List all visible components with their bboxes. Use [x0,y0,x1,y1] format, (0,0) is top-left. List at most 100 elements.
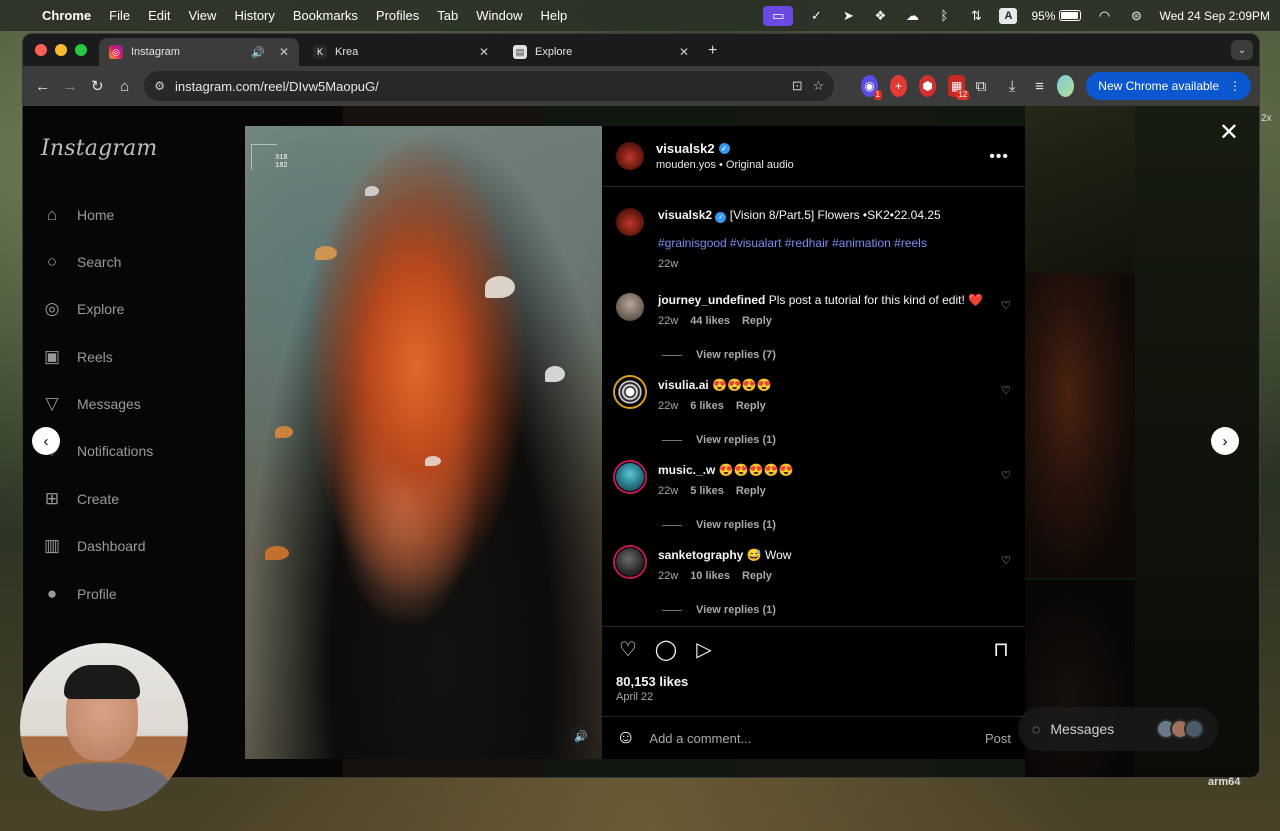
view-replies-button[interactable]: View replies (1) [662,434,776,446]
volume-icon[interactable]: 🔊 [570,725,592,747]
comment-bubble-icon[interactable]: ◯ [654,637,678,661]
nav-messages[interactable]: ▽ Messages [41,393,140,415]
close-tab-icon[interactable]: ✕ [279,45,289,59]
forward-arrow-icon[interactable]: → [58,71,81,101]
extension-shield-icon[interactable]: ⬢ [919,75,937,97]
extension-plus-icon[interactable]: + [889,75,908,97]
caption-username[interactable]: visualsk2 [658,208,712,222]
caption-hashtags[interactable]: #grainisgood #visualart #redhair #animat… [658,236,988,251]
nav-search[interactable]: ○ Search [41,251,122,273]
emoji-smiley-icon[interactable]: ☺ [616,727,635,749]
bluetooth-icon[interactable]: ᛒ [935,8,953,24]
like-comment-heart-icon[interactable]: ♡ [1001,469,1011,482]
comment-likes[interactable]: 10 likes [690,569,730,584]
battery-indicator[interactable]: 95% [1031,9,1082,23]
cloud-icon[interactable]: ☁ [903,8,921,24]
wifi-icon[interactable]: ◠ [1095,8,1113,24]
address-bar[interactable]: ⚙ instagram.com/reel/DIvw5MaopuG/ ⊡ ☆ [144,71,835,101]
extension-discord-icon[interactable]: ◉ 1 [860,75,882,100]
control-center-icon[interactable]: ⊜ [1127,8,1145,24]
menu-file[interactable]: File [109,8,130,23]
comment-username[interactable]: journey_undefined [658,293,765,307]
post-comment-button[interactable]: Post [985,731,1011,746]
checkmark-circle-icon[interactable]: ✓ [807,8,825,24]
tab-instagram[interactable]: ◎ Instagram 🔊 ✕ [99,38,299,66]
like-heart-icon[interactable]: ♡ [616,637,640,661]
reply-link[interactable]: Reply [736,484,766,499]
close-window-button[interactable] [35,44,47,56]
reply-link[interactable]: Reply [742,569,772,584]
comment-likes[interactable]: 6 likes [690,399,724,414]
messages-pill[interactable]: ◌ Messages [1018,707,1218,751]
home-icon[interactable]: ⌂ [113,71,136,101]
close-modal-icon[interactable]: ✕ [1219,118,1239,147]
url-text[interactable]: instagram.com/reel/DIvw5MaopuG/ [175,79,782,94]
reload-icon[interactable]: ↻ [86,71,109,101]
profile-avatar-icon[interactable] [1057,75,1075,97]
avatar[interactable] [616,463,644,491]
save-bookmark-icon[interactable]: ⊓ [989,637,1013,661]
extensions-puzzle-icon[interactable]: ⧉ [969,71,992,101]
nav-reels[interactable]: ▣ Reels [41,346,113,368]
audio-info[interactable]: mouden.yos • Original audio [656,159,794,171]
nav-home[interactable]: ⌂ Home [41,204,115,226]
menu-app-name[interactable]: Chrome [42,8,91,23]
menu-bookmarks[interactable]: Bookmarks [293,8,358,23]
install-app-icon[interactable]: ⊡ [792,78,803,94]
reply-link[interactable]: Reply [736,399,766,414]
avatar[interactable] [616,378,644,406]
close-tab-icon[interactable]: ✕ [679,45,689,59]
previous-post-chevron-icon[interactable]: ‹ [32,427,60,455]
new-chrome-available-button[interactable]: New Chrome available ⋮ [1086,72,1252,100]
network-icon[interactable]: ⇅ [967,8,985,24]
extension-calendar-icon[interactable]: ▦ 12 [948,75,970,100]
like-comment-heart-icon[interactable]: ♡ [1001,299,1011,312]
avatar[interactable] [616,208,644,236]
dropbox-icon[interactable]: ❖ [871,8,889,24]
media-controls-icon[interactable]: ≡ [1028,71,1051,101]
nav-create[interactable]: ⊞ Create [41,488,119,510]
reply-link[interactable]: Reply [742,314,772,329]
menu-profiles[interactable]: Profiles [376,8,419,23]
tab-explore[interactable]: ▤ Explore ✕ [503,38,699,66]
nav-dashboard[interactable]: ▥ Dashboard [41,535,146,557]
menu-view[interactable]: View [188,8,216,23]
like-comment-heart-icon[interactable]: ♡ [1001,384,1011,397]
menu-help[interactable]: Help [541,8,568,23]
comment-input[interactable] [649,730,971,746]
view-replies-button[interactable]: View replies (1) [662,604,776,616]
comment-username[interactable]: sanketography [658,548,743,562]
screen-share-icon[interactable]: ▭ [763,5,794,26]
comment-likes[interactable]: 5 likes [690,484,724,499]
minimize-window-button[interactable] [55,44,67,56]
menu-window[interactable]: Window [476,8,522,23]
tab-search-chevron-icon[interactable]: ⌄ [1231,40,1253,60]
comment-username[interactable]: music._.w [658,463,715,477]
menubar-clock[interactable]: Wed 24 Sep 2:09PM [1159,9,1270,23]
telegram-icon[interactable]: ➤ [839,8,857,24]
nav-profile[interactable]: ● Profile [41,583,117,605]
reel-video[interactable]: 318 182 🔊 [245,126,602,759]
nav-explore[interactable]: ◎ Explore [41,298,125,320]
close-tab-icon[interactable]: ✕ [479,45,489,59]
comment-username[interactable]: visulia.ai [658,378,709,392]
audio-playing-icon[interactable]: 🔊 [251,46,265,59]
download-icon[interactable]: ⤓ [1001,71,1024,101]
new-tab-icon[interactable]: + [708,42,717,60]
more-options-icon[interactable]: ••• [989,148,1009,166]
like-comment-heart-icon[interactable]: ♡ [1001,554,1011,567]
avatar[interactable] [616,548,644,576]
bookmark-star-icon[interactable]: ☆ [813,78,825,94]
instagram-logo[interactable]: Instagram [41,136,157,161]
share-paper-plane-icon[interactable]: ▷ [692,637,716,661]
view-replies-button[interactable]: View replies (1) [662,519,776,531]
comment-likes[interactable]: 44 likes [690,314,730,329]
zoom-window-button[interactable] [75,44,87,56]
view-replies-button[interactable]: View replies (7) [662,349,776,361]
avatar[interactable] [616,293,644,321]
back-arrow-icon[interactable]: ← [31,71,54,101]
avatar[interactable] [616,142,644,170]
site-info-icon[interactable]: ⚙ [154,79,165,93]
menu-history[interactable]: History [234,8,274,23]
input-source-icon[interactable]: A [999,7,1018,24]
